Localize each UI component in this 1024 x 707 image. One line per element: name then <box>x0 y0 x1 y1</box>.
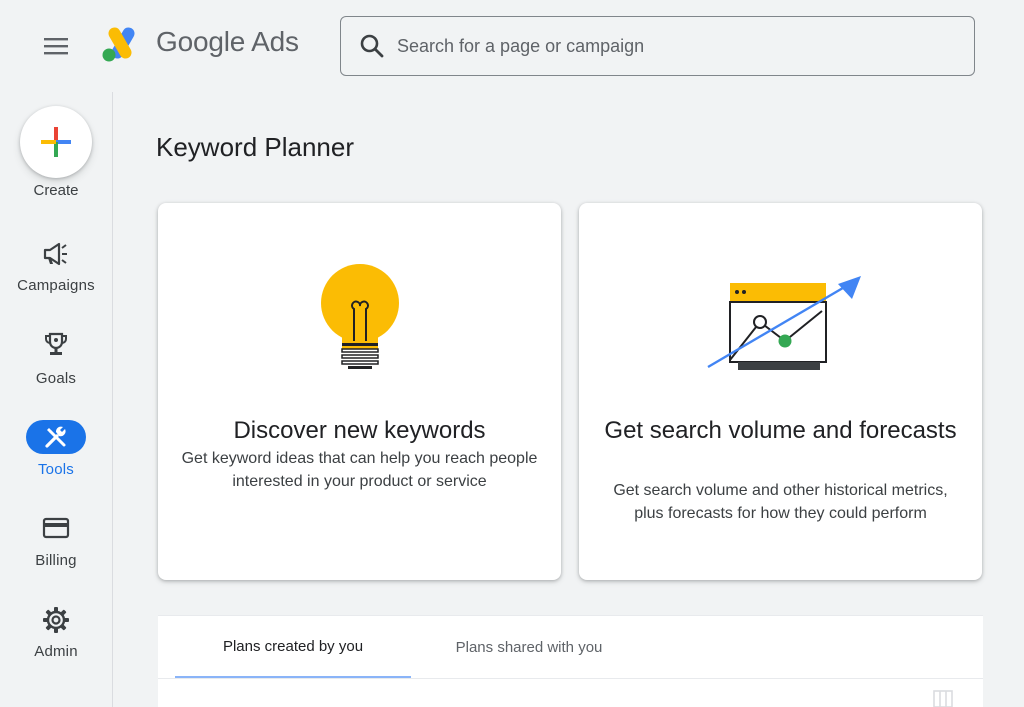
megaphone-icon <box>43 242 67 266</box>
trophy-icon <box>45 332 67 355</box>
search-bar[interactable] <box>340 16 975 76</box>
search-volume-forecasts-card[interactable]: Get search volume and forecasts Get sear… <box>579 203 982 580</box>
page-title: Keyword Planner <box>156 132 354 162</box>
card-title: Get search volume and forecasts <box>604 417 957 444</box>
divider <box>158 678 983 679</box>
hamburger-menu-icon <box>44 38 68 55</box>
sidebar-item-billing[interactable]: Billing <box>0 510 112 572</box>
tools-icon <box>45 426 66 448</box>
tab-plans-shared-with-you[interactable]: Plans shared with you <box>411 616 647 678</box>
menu-button[interactable] <box>36 30 76 62</box>
sidebar-item-goals[interactable]: Goals <box>0 328 112 390</box>
discover-keywords-card[interactable]: Discover new keywords Get keyword ideas … <box>158 203 561 580</box>
card-description: Get keyword ideas that can help you reac… <box>181 450 538 490</box>
left-navigation: Create Campaigns Goals Tools Billing Adm… <box>0 92 113 707</box>
product-name: Google Ads <box>156 26 299 57</box>
create-label: Create <box>33 182 79 199</box>
sidebar-item-admin[interactable]: Admin <box>0 601 112 663</box>
sidebar-item-label: Tools <box>37 461 75 478</box>
sidebar-item-label: Campaigns <box>17 277 95 294</box>
sidebar-item-label: Admin <box>34 643 78 660</box>
sidebar-item-campaigns[interactable]: Campaigns <box>0 237 112 299</box>
columns-icon[interactable] <box>933 690 953 707</box>
sidebar-item-tools[interactable]: Tools <box>0 419 112 481</box>
create-button[interactable] <box>20 106 92 178</box>
sidebar-item-label: Billing <box>35 552 77 569</box>
lightbulb-icon <box>320 264 399 369</box>
tab-plans-created-by-you[interactable]: Plans created by you <box>175 616 411 678</box>
trend-chart-icon <box>706 276 861 370</box>
card-description: Get search volume and other historical m… <box>613 482 948 522</box>
plans-panel: Plans created by you Plans shared with y… <box>158 615 983 707</box>
credit-card-icon <box>42 517 70 539</box>
gear-icon <box>43 607 69 633</box>
plus-icon <box>41 127 71 157</box>
card-title: Discover new keywords <box>233 417 486 444</box>
search-icon <box>360 34 384 58</box>
sidebar-item-label: Goals <box>35 370 77 387</box>
top-header: Google Ads <box>0 0 1024 92</box>
search-input[interactable] <box>397 35 937 57</box>
google-ads-logo-icon <box>102 27 135 62</box>
